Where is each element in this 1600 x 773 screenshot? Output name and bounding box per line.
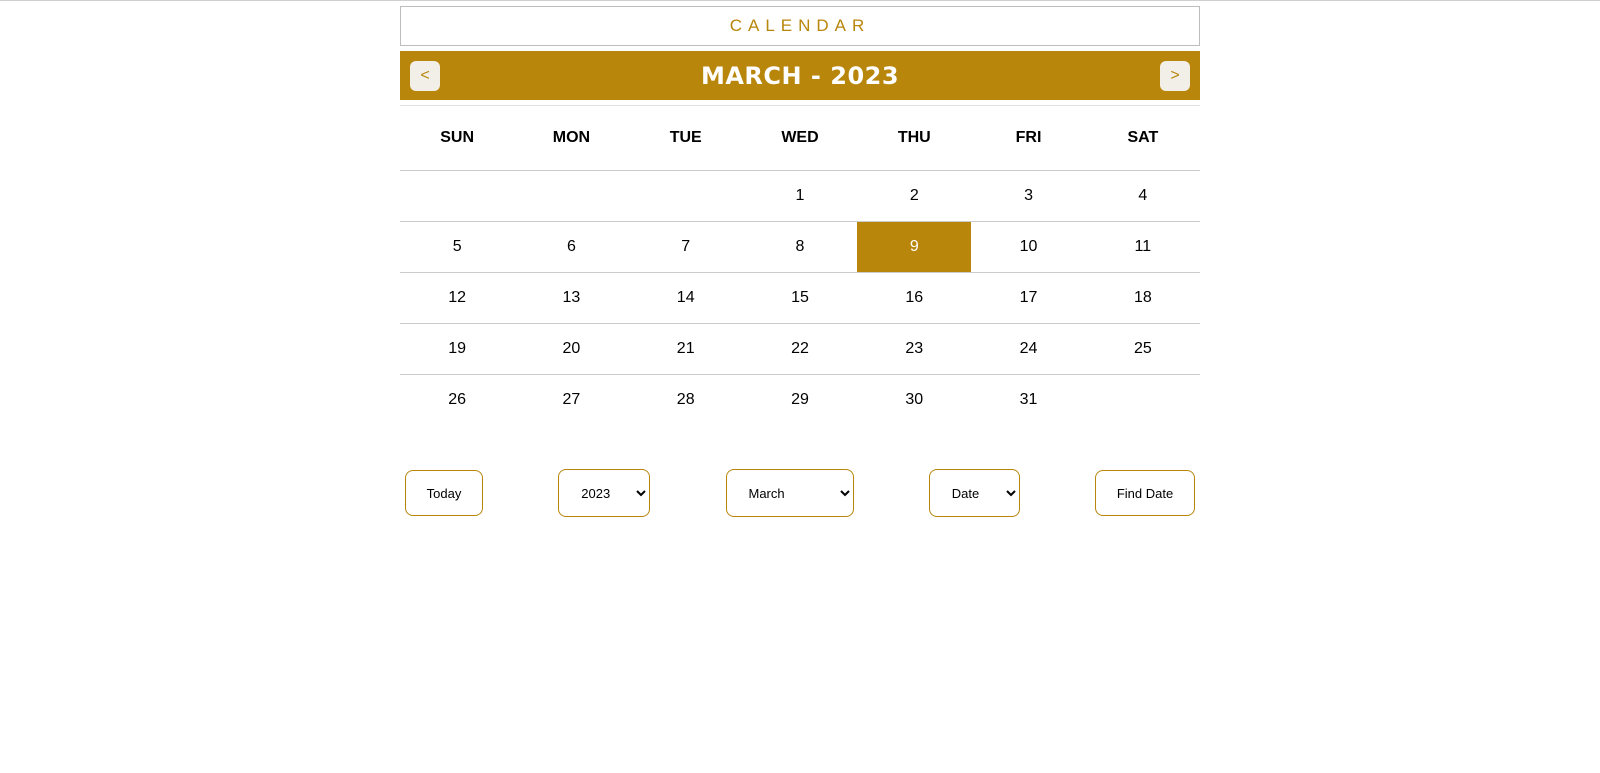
calendar-grid: SUN MON TUE WED THU FRI SAT 1 2 3 4 5 6 7 8 9 10 1… xyxy=(400,105,1200,425)
week-row: 26 27 28 29 30 31 xyxy=(400,374,1200,425)
day-cell[interactable]: 27 xyxy=(514,374,629,425)
week-row: 19 20 21 22 23 24 25 xyxy=(400,323,1200,375)
weekday-sun: SUN xyxy=(400,105,515,171)
calendar-container: CALENDAR < MARCH - 2023 > SUN MON TUE WE… xyxy=(400,6,1200,425)
day-cell[interactable]: 23 xyxy=(857,323,972,375)
week-row: 1234 xyxy=(400,170,1200,222)
day-cell[interactable]: 18 xyxy=(1085,272,1200,324)
day-cell[interactable]: 10 xyxy=(971,221,1086,273)
empty-day-cell xyxy=(400,170,515,222)
day-cell[interactable]: 3 xyxy=(971,170,1086,222)
day-cell[interactable]: 17 xyxy=(971,272,1086,324)
day-cell[interactable]: 20 xyxy=(514,323,629,375)
day-cell[interactable]: 30 xyxy=(857,374,972,425)
day-cell[interactable]: 4 xyxy=(1085,170,1200,222)
calendar-days: 1 2 3 4 5 6 7 8 9 10 11 12 13 14 15 16 17 18 19 20 21 22 23 24 2… xyxy=(400,170,1200,425)
day-cell[interactable]: 19 xyxy=(400,323,515,375)
weekday-wed: WED xyxy=(742,105,858,171)
day-cell[interactable]: 22 xyxy=(742,323,858,375)
day-cell[interactable]: 25 xyxy=(1085,323,1200,375)
day-cell[interactable]: 2 xyxy=(857,170,972,222)
day-cell[interactable]: 31 xyxy=(971,374,1086,425)
date-select[interactable]: Date xyxy=(928,469,1020,517)
day-cell[interactable]: 8 xyxy=(742,221,858,273)
calendar-title-box: CALENDAR xyxy=(400,6,1200,46)
day-cell[interactable]: 11 xyxy=(1085,221,1200,273)
day-cell[interactable]: 5 xyxy=(400,221,515,273)
empty-day-cell xyxy=(514,170,629,222)
empty-day-cell xyxy=(1085,374,1200,425)
month-header-bar: < MARCH - 2023 > xyxy=(400,51,1200,100)
date-controls: Today 2023 March Date Find Date xyxy=(405,469,1195,517)
prev-month-button[interactable]: < xyxy=(410,60,440,91)
day-cell[interactable]: 24 xyxy=(971,323,1086,375)
find-date-button[interactable]: Find Date xyxy=(1095,470,1195,516)
week-row: 12 13 14 15 16 17 18 xyxy=(400,272,1200,324)
next-month-button[interactable]: > xyxy=(1159,60,1190,91)
day-cell[interactable]: 1 xyxy=(742,170,858,222)
weekday-header-row: SUN MON TUE WED THU FRI SAT xyxy=(400,105,1200,171)
weekday-mon: MON xyxy=(514,105,629,171)
weekday-sat: SAT xyxy=(1085,105,1200,171)
day-cell[interactable]: 15 xyxy=(742,272,858,324)
day-cell[interactable]: 14 xyxy=(628,272,743,324)
empty-day-cell xyxy=(628,170,743,222)
day-cell[interactable]: 26 xyxy=(400,374,515,425)
day-cell[interactable]: 28 xyxy=(628,374,743,425)
top-border xyxy=(0,0,1600,1)
weekday-thu: THU xyxy=(857,105,972,171)
year-select[interactable]: 2023 xyxy=(558,469,651,517)
day-cell[interactable]: 29 xyxy=(742,374,858,425)
day-cell[interactable]: 13 xyxy=(514,272,629,324)
month-select[interactable]: March xyxy=(725,469,854,517)
day-cell[interactable]: 7 xyxy=(628,221,743,273)
selected-day-cell[interactable]: 9 xyxy=(857,221,972,273)
day-cell[interactable]: 12 xyxy=(400,272,515,324)
weekday-fri: FRI xyxy=(971,105,1086,171)
week-row: 5 6 7 8 9 10 11 xyxy=(400,221,1200,273)
day-cell[interactable]: 6 xyxy=(514,221,629,273)
page-title: CALENDAR xyxy=(729,16,871,35)
day-cell[interactable]: 21 xyxy=(628,323,743,375)
weekday-tue: TUE xyxy=(628,105,743,171)
today-button[interactable]: Today xyxy=(405,470,483,516)
month-year-title: MARCH - 2023 xyxy=(700,61,900,90)
day-cell[interactable]: 16 xyxy=(857,272,972,324)
